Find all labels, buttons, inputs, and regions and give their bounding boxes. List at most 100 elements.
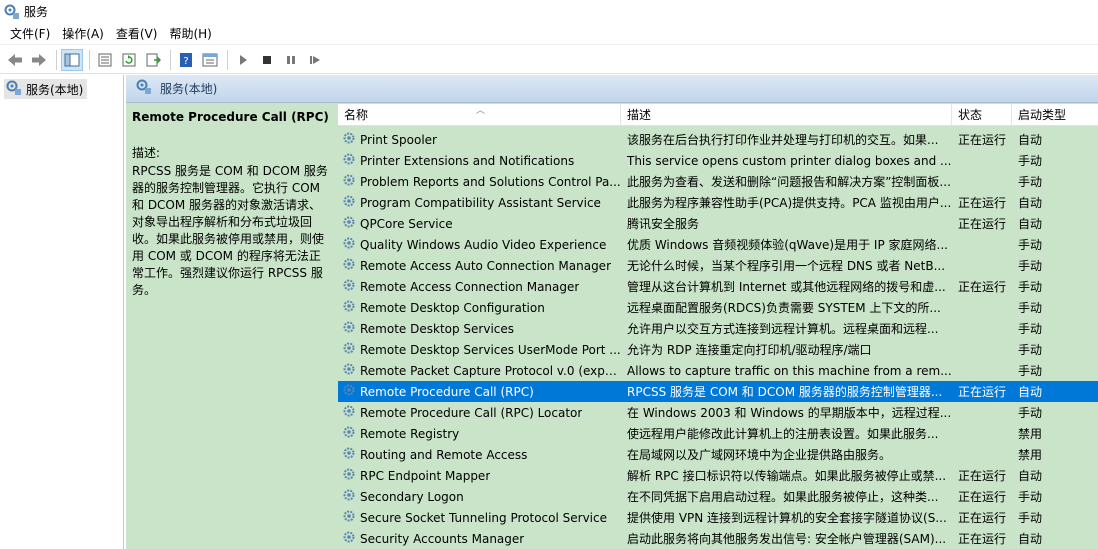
table-row[interactable]: Remote Access Auto Connection Manager 无论什… [338,255,1098,276]
service-name: Remote Registry [360,426,460,441]
service-name: Secure Socket Tunneling Protocol Service [360,510,607,525]
service-description: 允许用户以交互方式连接到远程计算机。远程桌面和远程... [627,322,939,336]
service-name-cell: Remote Procedure Call (RPC) [338,383,621,400]
table-row[interactable]: Security Accounts Manager 启动此服务将向其他服务发出信号… [338,528,1098,549]
service-startup-type: 自动 [1018,196,1043,210]
column-header-name[interactable]: ︿ 名称 [338,104,621,126]
service-gear-icon [342,257,356,274]
service-startup-type: 手动 [1018,259,1043,273]
table-row[interactable]: Secure Socket Tunneling Protocol Service… [338,507,1098,528]
help-icon[interactable]: ? [175,49,197,71]
service-name: Remote Procedure Call (RPC) [360,384,534,399]
table-row[interactable]: Quality Windows Audio Video Experience 优质… [338,234,1098,255]
table-row[interactable]: Remote Packet Capture Protocol v.0 (expe… [338,360,1098,381]
column-header-startup-type[interactable]: 启动类型 [1012,104,1098,126]
service-name: QPCore Service [360,216,453,231]
service-name-cell: Program Compatibility Assistant Service [338,194,621,211]
service-startup-type: 手动 [1018,343,1043,357]
table-row[interactable]: Secondary Logon 在不同凭据下启用启动过程。如果此服务被停止，这种类… [338,486,1098,507]
service-name: Quality Windows Audio Video Experience [360,237,607,252]
table-row[interactable]: RPC Endpoint Mapper 解析 RPC 接口标识符以传输端点。如果此… [338,465,1098,486]
service-gear-icon [342,362,356,379]
service-name-cell: Routing and Remote Access [338,446,621,463]
service-name-cell: Remote Access Auto Connection Manager [338,257,621,274]
service-name: Remote Procedure Call (RPC) Locator [360,405,583,420]
content-header: 服务(本地) [126,75,1098,103]
start-service-icon[interactable] [232,49,254,71]
service-name: Security Accounts Manager [360,531,525,546]
service-startup-type: 手动 [1018,511,1043,525]
service-description: This service opens custom printer dialog… [627,153,952,168]
service-description: 在不同凭据下启用启动过程。如果此服务被停止，这种类... [627,490,939,504]
table-row[interactable]: QPCore Service 腾讯安全服务 正在运行 自动 [338,213,1098,234]
view-icon[interactable] [199,49,221,71]
description-label: 描述: [132,146,161,160]
service-name: Remote Desktop Configuration [360,300,545,315]
export-list-icon[interactable] [142,49,164,71]
service-gear-icon [342,215,356,232]
service-startup-type: 手动 [1018,406,1043,420]
service-description: 使远程用户能修改此计算机上的注册表设置。如果此服务... [627,427,939,441]
service-description: Allows to capture traffic on this machin… [627,363,952,378]
service-description: 腾讯安全服务 [627,217,700,231]
back-arrow-icon[interactable] [4,49,26,71]
forward-arrow-icon[interactable] [28,49,50,71]
menu-help[interactable]: 帮助(H) [163,23,217,45]
service-name-cell: Remote Desktop Configuration [338,299,621,316]
services-gear-icon [136,79,152,98]
service-name: Program Compatibility Assistant Service [360,195,601,210]
table-row[interactable]: Remote Procedure Call (RPC) Locator 在 Win… [338,402,1098,423]
service-name-cell: Print Spooler [338,131,621,148]
properties-icon[interactable] [94,49,116,71]
service-description: 此服务为查看、发送和删除“问题报告和解决方案”控制面板... [627,175,951,189]
service-status: 正在运行 [958,511,1007,525]
table-row[interactable]: Remote Registry 使远程用户能修改此计算机上的注册表设置。如果此服务… [338,423,1098,444]
table-row[interactable]: Routing and Remote Access 在局域网以及广域网环境中为企业… [338,444,1098,465]
service-description: 远程桌面配置服务(RDCS)负责需要 SYSTEM 上下文的所... [627,301,941,315]
service-gear-icon [342,236,356,253]
table-row[interactable]: Remote Desktop Configuration 远程桌面配置服务(RDC… [338,297,1098,318]
service-description: 无论什么时候，当某个程序引用一个远程 DNS 或者 NetB... [627,259,946,273]
service-gear-icon [342,320,356,337]
service-name: RPC Endpoint Mapper [360,468,491,483]
table-row[interactable]: Program Compatibility Assistant Service 此… [338,192,1098,213]
toolbar-separator [227,49,228,70]
sort-ascending-icon: ︿ [476,106,486,116]
service-startup-type: 手动 [1018,154,1043,168]
refresh-icon[interactable] [118,49,140,71]
service-description: 在局域网以及广域网环境中为企业提供路由服务。 [627,448,892,462]
restart-service-icon[interactable] [304,49,326,71]
service-name: Remote Packet Capture Protocol v.0 (expe… [360,363,621,378]
menu-view[interactable]: 查看(V) [110,23,164,45]
menu-action[interactable]: 操作(A) [56,23,110,45]
toolbar: ? [0,46,1098,74]
service-status: 正在运行 [958,469,1007,483]
service-status: 正在运行 [958,280,1007,294]
table-row[interactable]: Remote Access Connection Manager 管理从这台计算机… [338,276,1098,297]
stop-service-icon[interactable] [256,49,278,71]
tree-item-services-local[interactable]: 服务(本地) [4,79,88,99]
table-row[interactable]: Problem Reports and Solutions Control Pa… [338,171,1098,192]
service-startup-type: 手动 [1018,175,1043,189]
table-row[interactable]: Remote Procedure Call (RPC) RPCSS 服务是 COM… [338,381,1098,402]
service-name: Print Spooler [360,132,437,147]
table-row[interactable]: Printer Extensions and Notifications This… [338,150,1098,171]
service-description: 此服务为程序兼容性助手(PCA)提供支持。PCA 监视由用户... [627,196,952,210]
menu-file[interactable]: 文件(F) [4,23,56,45]
service-description: 在 Windows 2003 和 Windows 的早期版本中，远程过程... [627,406,952,420]
service-name: Remote Desktop Services [360,321,515,336]
pause-service-icon[interactable] [280,49,302,71]
service-name-cell: RPC Endpoint Mapper [338,467,621,484]
table-row[interactable]: Remote Desktop Services UserMode Port ..… [338,339,1098,360]
service-startup-type: 手动 [1018,490,1043,504]
table-row[interactable]: Print Spooler 该服务在后台执行打印作业并处理与打印机的交互。如果..… [338,129,1098,150]
service-gear-icon [342,173,356,190]
column-header-status[interactable]: 状态 [952,104,1012,126]
column-header-description[interactable]: 描述 [621,104,952,126]
table-row[interactable]: Remote Desktop Services 允许用户以交互方式连接到远程计算机… [338,318,1098,339]
services-gear-icon [4,4,20,20]
show-hide-console-tree-icon[interactable] [61,48,83,71]
service-name: Remote Desktop Services UserMode Port ..… [360,342,621,357]
service-status: 正在运行 [958,133,1007,147]
service-name-cell: Remote Procedure Call (RPC) Locator [338,404,621,421]
